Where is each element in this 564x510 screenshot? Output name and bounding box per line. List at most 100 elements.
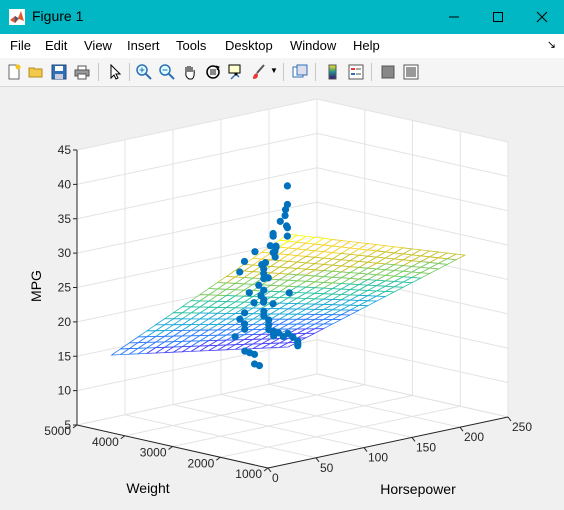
menu-desktop[interactable]: Desktop: [225, 38, 273, 53]
data-point: [240, 257, 249, 266]
data-point: [269, 300, 277, 308]
toolbar-separator: [283, 63, 284, 81]
menu-edit[interactable]: Edit: [45, 38, 67, 53]
print-icon[interactable]: [73, 63, 91, 81]
x-tick-mark: [263, 467, 269, 472]
minimize-icon: [449, 16, 459, 18]
figure-canvas: 1000 2000 3000 4000 5000 0 50 100 150 200 250 5 10 15…: [1, 87, 563, 508]
z-tick-label: 35: [58, 212, 72, 226]
data-point: [255, 362, 263, 370]
brush-dropdown-icon[interactable]: ▼: [270, 66, 278, 75]
data-point: [285, 289, 293, 297]
y-tick-label: 200: [464, 430, 484, 444]
show-plot-tools-icon[interactable]: [402, 63, 420, 81]
link-plot-icon[interactable]: [291, 63, 309, 81]
hide-plot-tools-icon[interactable]: [379, 63, 397, 81]
open-file-icon[interactable]: [27, 63, 45, 81]
3d-scatter-plot[interactable]: 1000200030004000500005010015020025051015…: [1, 87, 563, 508]
x-tick-mark: [120, 435, 126, 440]
zoom-in-icon[interactable]: [135, 63, 153, 81]
y-tick-label: 250: [512, 420, 532, 434]
y-tick-label: 150: [416, 440, 436, 454]
data-point: [241, 309, 249, 317]
pan-icon[interactable]: [181, 63, 199, 81]
title-bar: Figure 1: [0, 0, 564, 34]
z-tick-label: 40: [58, 177, 72, 191]
z-tick-label: 30: [58, 246, 72, 260]
data-point: [282, 222, 291, 230]
pointer-icon[interactable]: [106, 63, 124, 81]
data-point: [251, 248, 259, 256]
rotate-3d-icon[interactable]: [204, 63, 222, 81]
close-icon: [536, 11, 548, 23]
toolbar-separator: [129, 63, 130, 81]
y-tick-mark: [507, 416, 512, 422]
close-button[interactable]: [520, 0, 564, 34]
zoom-out-icon[interactable]: [158, 63, 176, 81]
y-tick-label: 50: [320, 461, 334, 475]
minimize-button[interactable]: [432, 0, 476, 34]
menu-insert[interactable]: Insert: [127, 38, 160, 53]
data-point: [269, 232, 277, 240]
menu-view[interactable]: View: [84, 38, 112, 53]
data-point: [261, 259, 270, 267]
z-tick-label: 5: [64, 418, 71, 432]
data-point: [271, 247, 279, 255]
data-point: [250, 299, 258, 307]
y-tick-mark: [315, 457, 320, 463]
y-tick-label: 0: [272, 471, 279, 485]
data-cursor-icon[interactable]: [227, 63, 245, 81]
x-tick-label: 1000: [235, 467, 262, 481]
data-point: [255, 281, 263, 289]
y-tick-mark: [363, 447, 368, 452]
x-tick-mark: [215, 456, 221, 461]
maximize-button[interactable]: [476, 0, 520, 34]
data-point: [231, 333, 239, 341]
data-point: [236, 315, 244, 323]
save-icon[interactable]: [50, 63, 68, 81]
toolbar-separator: [98, 63, 99, 81]
brush-icon[interactable]: [250, 63, 268, 81]
data-point: [259, 298, 268, 306]
menu-bar: File Edit View Insert Tools Desktop Wind…: [0, 34, 564, 58]
x-axis-label: Weight: [126, 480, 169, 496]
x-tick-label: 2000: [188, 456, 215, 470]
z-tick-label: 45: [58, 143, 72, 157]
menu-help[interactable]: Help: [353, 38, 380, 53]
z-tick-label: 10: [58, 384, 72, 398]
matlab-logo-icon: [9, 9, 25, 25]
z-axis-label: MPG: [28, 270, 44, 302]
toolbar-separator: [315, 63, 316, 81]
y-tick-label: 100: [368, 451, 388, 465]
menu-tools[interactable]: Tools: [176, 38, 206, 53]
data-point: [241, 325, 249, 333]
data-point: [245, 289, 253, 297]
toolbar-separator: [371, 63, 372, 81]
x-tick-label: 3000: [140, 446, 167, 460]
new-figure-icon[interactable]: [5, 63, 23, 81]
data-point: [283, 232, 291, 240]
data-point: [264, 274, 272, 282]
maximize-icon: [493, 12, 503, 22]
x-tick-label: 4000: [92, 435, 119, 449]
data-point: [250, 350, 259, 358]
x-tick-mark: [168, 446, 173, 450]
window-title: Figure 1: [32, 8, 84, 24]
y-tick-mark: [267, 467, 272, 473]
data-point: [236, 268, 244, 276]
menu-dock-arrow-icon[interactable]: ↘: [547, 38, 556, 51]
z-tick-label: 15: [58, 349, 72, 363]
y-axis-label: Horsepower: [380, 481, 456, 497]
z-tick-label: 25: [58, 281, 72, 295]
data-point: [294, 340, 302, 348]
menu-file[interactable]: File: [10, 38, 31, 53]
y-tick-mark: [459, 426, 464, 432]
legend-icon[interactable]: [347, 63, 365, 81]
data-point: [276, 217, 284, 225]
z-tick-label: 20: [58, 315, 72, 329]
figure-toolbar: ▼: [0, 58, 564, 87]
colorbar-icon[interactable]: [324, 63, 342, 81]
menu-window[interactable]: Window: [290, 38, 336, 53]
data-point: [281, 211, 289, 220]
y-tick-mark: [411, 437, 416, 442]
